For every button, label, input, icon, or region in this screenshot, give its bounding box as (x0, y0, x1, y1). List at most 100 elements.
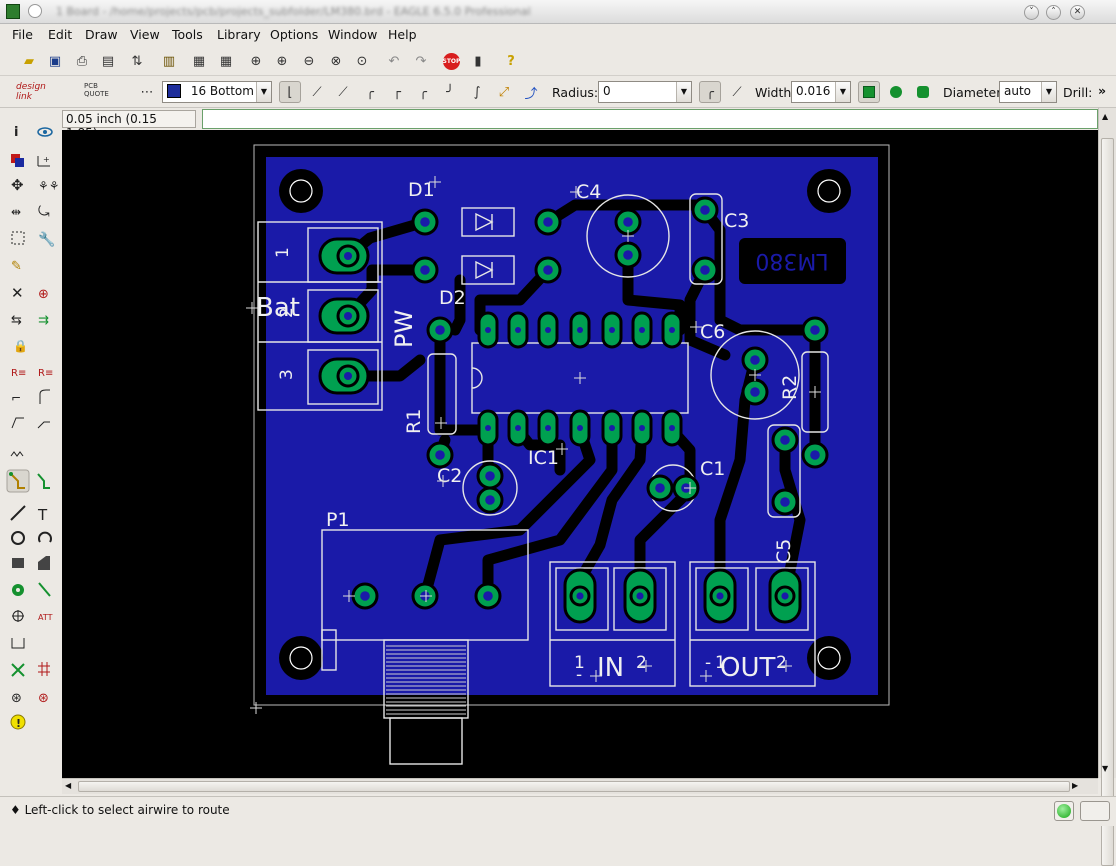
split-icon[interactable]: ⌐ (11, 391, 21, 405)
change-icon[interactable]: 🔧 (38, 230, 55, 248)
hole-icon[interactable] (12, 610, 24, 622)
wire-icon[interactable] (10, 505, 26, 521)
scroll-down-icon[interactable]: ▼ (1102, 764, 1108, 773)
redo-icon[interactable]: ↷ (410, 50, 432, 72)
radius-input[interactable]: 0 ▼ (598, 81, 692, 103)
delete-icon[interactable]: ✕ (11, 284, 24, 302)
stop-command-icon[interactable] (1080, 801, 1110, 821)
scroll-up-icon[interactable]: ▲ (1102, 112, 1108, 121)
add-icon[interactable]: ⊕ (38, 287, 49, 302)
paste-icon[interactable]: ✎ (11, 259, 22, 274)
display-icon[interactable] (11, 154, 24, 167)
info-icon[interactable]: i (14, 125, 18, 140)
circle-icon[interactable] (11, 531, 25, 545)
zoom-in-icon[interactable]: ⊕ (271, 50, 293, 72)
bend-style-2-icon[interactable]: ⟋ (332, 81, 354, 103)
bend-style-3-icon[interactable]: ╭ (359, 81, 381, 103)
errors-icon[interactable]: ! (10, 714, 26, 730)
smash-icon[interactable]: R≡ (11, 368, 26, 379)
menu-library[interactable]: Library (217, 27, 261, 42)
scroll-right-icon[interactable]: ▶ (1072, 781, 1078, 790)
miter-straight-icon[interactable]: ⟋ (726, 81, 748, 103)
vertical-scrollbar[interactable]: ▲ ▼ (1098, 108, 1116, 866)
zoom-out-icon[interactable]: ⊖ (298, 50, 320, 72)
more-tools-icon[interactable]: » (1098, 83, 1106, 98)
diameter-input[interactable]: auto ▼ (999, 81, 1057, 103)
ripup-icon[interactable] (10, 451, 24, 457)
window-menu-icon[interactable] (28, 4, 42, 18)
width-input[interactable]: 0.016 ▼ (791, 81, 851, 103)
bend-style-8-icon[interactable]: ⤢ (493, 81, 515, 103)
rect-icon[interactable] (12, 558, 24, 568)
menu-tools[interactable]: Tools (172, 27, 203, 42)
bend-style-9-icon[interactable]: ⤴ (520, 81, 542, 103)
dimension-icon[interactable] (11, 638, 25, 649)
polygon-icon[interactable] (38, 556, 50, 570)
ulp-icon[interactable]: ▦ (215, 50, 237, 72)
show-icon[interactable] (37, 127, 53, 137)
go-icon[interactable]: ▮ (467, 50, 489, 72)
pcb-quote-logo[interactable]: PCB QUOTE (84, 82, 109, 98)
bend-style-6-icon[interactable]: ╯ (439, 81, 461, 103)
text-icon[interactable]: T (37, 506, 48, 524)
arc-icon[interactable] (38, 531, 52, 543)
copy-icon[interactable]: ⚘⚘ (38, 179, 60, 193)
library-icon[interactable]: ▥ (158, 50, 180, 72)
close-icon[interactable]: ✕ (1070, 5, 1085, 20)
scroll-thumb-h[interactable] (78, 781, 1070, 792)
via-round-icon[interactable] (885, 81, 907, 103)
via-square-icon[interactable] (858, 81, 880, 103)
bend-style-7-icon[interactable]: ∫ (466, 81, 488, 103)
via-icon[interactable] (12, 584, 24, 596)
menu-options[interactable]: Options (270, 27, 318, 42)
move-icon[interactable]: ✥ (11, 176, 24, 194)
layer-select[interactable]: 16 Bottom ▼ (162, 81, 272, 103)
help-icon[interactable]: ? (500, 50, 522, 72)
script-icon[interactable]: ▦ (188, 50, 210, 72)
mirror-icon[interactable]: ⇹ (11, 205, 21, 219)
bend-style-4-icon[interactable]: ┌ (386, 81, 408, 103)
menu-edit[interactable]: Edit (48, 27, 72, 42)
bend-style-0-icon[interactable]: ⌊ (279, 81, 301, 103)
menu-help[interactable]: Help (388, 27, 417, 42)
meander-icon[interactable] (37, 421, 50, 429)
miter-icon[interactable] (39, 389, 50, 404)
horizontal-scrollbar[interactable]: ◀ ▶ (62, 778, 1098, 794)
maximize-icon[interactable]: ˄ (1046, 5, 1061, 20)
auto-icon[interactable] (38, 662, 50, 676)
via-octagon-icon[interactable] (912, 81, 934, 103)
save-icon[interactable]: ▣ (44, 50, 66, 72)
pcb-drawing[interactable]: LM380 D1 D2 C4 C3 C6 IC1 C2 C1 P1 Bat IN… (62, 130, 1098, 778)
bend-style-5-icon[interactable]: ╭ (412, 81, 434, 103)
zoom-fit-icon[interactable]: ⊕ (245, 50, 267, 72)
scroll-thumb[interactable] (1101, 138, 1114, 866)
optimize-icon[interactable] (11, 417, 24, 429)
attribute-icon[interactable]: ATT (38, 613, 53, 622)
redraw-icon[interactable]: ⊗ (325, 50, 347, 72)
miter-round-icon[interactable]: ╭ (699, 81, 721, 103)
erc-icon[interactable]: ⊛ (11, 691, 22, 706)
signal-icon[interactable] (38, 582, 51, 597)
menu-view[interactable]: View (130, 27, 160, 42)
undo-icon[interactable]: ↶ (383, 50, 405, 72)
scroll-left-icon[interactable]: ◀ (65, 781, 71, 790)
ratsnest-icon[interactable] (11, 663, 25, 677)
minimize-icon[interactable]: ˅ (1024, 5, 1039, 20)
group-icon[interactable] (11, 231, 25, 245)
command-line-input[interactable] (202, 109, 1098, 129)
designlink-logo[interactable]: design link (16, 82, 46, 102)
board-canvas[interactable]: LM380 D1 D2 C4 C3 C6 IC1 C2 C1 P1 Bat IN… (62, 130, 1098, 778)
rotate-icon[interactable]: ⤿ (38, 204, 50, 220)
name-icon[interactable]: ⇉ (38, 313, 49, 328)
drc-icon[interactable]: ⊛ (38, 691, 49, 706)
menu-draw[interactable]: Draw (85, 27, 118, 42)
menu-window[interactable]: Window (328, 27, 377, 42)
zoom-select-icon[interactable]: ⊙ (351, 50, 373, 72)
autorouter-icon[interactable] (37, 473, 50, 489)
replace-icon[interactable]: ⇆ (11, 313, 22, 328)
cam-processor-icon[interactable]: ▤ (97, 50, 119, 72)
lock-icon[interactable]: 🔒 (13, 339, 28, 353)
menu-file[interactable]: File (12, 27, 33, 42)
schematic-switch-icon[interactable]: ⇅ (126, 50, 148, 72)
route-icon[interactable] (6, 469, 30, 493)
